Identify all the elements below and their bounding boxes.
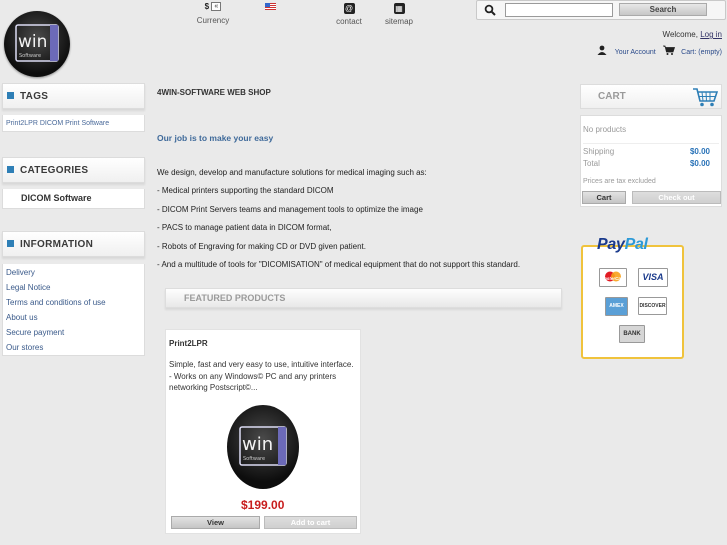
search-icon bbox=[484, 4, 496, 18]
shipping-value: $0.00 bbox=[689, 147, 710, 156]
contact-label: contact bbox=[336, 17, 362, 26]
logo-text: win bbox=[18, 32, 47, 52]
cart-large-icon bbox=[692, 87, 719, 109]
currency-symbol: $ bbox=[204, 2, 210, 11]
view-button[interactable]: View bbox=[171, 516, 260, 529]
categories-block-body: DICOM Software bbox=[2, 189, 145, 209]
account-icon bbox=[597, 45, 607, 57]
product-desc-line: Simple, fast and very easy to use, intui… bbox=[169, 360, 354, 369]
login-link[interactable]: Log in bbox=[700, 30, 722, 39]
product-price: $199.00 bbox=[241, 498, 285, 512]
bullet-line: - And a multitude of tools for "DICOMISA… bbox=[157, 260, 521, 269]
paypal-logo-pay: Pay bbox=[597, 236, 625, 253]
sitemap-icon: ▦ bbox=[393, 3, 405, 14]
cart-button[interactable]: Cart bbox=[582, 191, 626, 204]
total-value: $0.00 bbox=[689, 159, 710, 168]
product-name[interactable]: Print2LPR bbox=[169, 339, 208, 348]
information-title: INFORMATION bbox=[20, 239, 94, 250]
bullet-line: - Robots of Engraving for making CD or D… bbox=[157, 242, 366, 251]
checkout-button[interactable]: Check out bbox=[632, 191, 721, 204]
logo-graphic: win Software bbox=[15, 24, 59, 62]
contact-icon: @ bbox=[343, 3, 355, 14]
cart-title: CART bbox=[598, 91, 626, 102]
cart-divider bbox=[583, 143, 719, 144]
amex-icon: AMEX bbox=[605, 297, 628, 316]
tax-note: Prices are tax excluded bbox=[583, 178, 656, 185]
info-link-secure-payment[interactable]: Secure payment bbox=[3, 325, 144, 340]
info-link-legal-notice[interactable]: Legal Notice bbox=[3, 280, 144, 295]
product-description: Simple, fast and very easy to use, intui… bbox=[169, 359, 359, 394]
information-block-title: INFORMATION bbox=[2, 231, 145, 257]
cart-icon bbox=[662, 45, 675, 57]
product-logo-graphic: win Software bbox=[239, 426, 287, 466]
product-logo-subtext: Software bbox=[243, 456, 265, 462]
bank-transfer-icon: BANK bbox=[619, 325, 645, 343]
categories-bullet-icon bbox=[7, 166, 14, 173]
information-bullet-icon bbox=[7, 240, 14, 247]
category-dicom-software[interactable]: DICOM Software bbox=[21, 193, 92, 203]
mastercard-icon: MasterCard bbox=[599, 268, 627, 287]
product-logo-text: win bbox=[242, 434, 273, 455]
categories-title: CATEGORIES bbox=[20, 165, 89, 176]
contact-link[interactable]: @ contact bbox=[331, 3, 367, 26]
site-logo[interactable]: win Software bbox=[4, 11, 70, 77]
total-label: Total bbox=[583, 159, 600, 168]
welcome-text: Welcome, bbox=[662, 30, 698, 39]
sitemap-label: sitemap bbox=[384, 17, 413, 26]
mastercard-label: MasterCard bbox=[600, 276, 626, 281]
info-link-our-stores[interactable]: Our stores bbox=[3, 340, 144, 355]
tags-block-body: Print2LPR DICOM Print Software bbox=[2, 115, 145, 132]
lead-text: Our job is to make your easy bbox=[157, 133, 274, 143]
info-link-delivery[interactable]: Delivery bbox=[3, 265, 144, 280]
product-desc-line: networking Postscript©... bbox=[169, 383, 258, 392]
categories-block-title: CATEGORIES bbox=[2, 157, 145, 183]
featured-products-title: FEATURED PRODUCTS bbox=[165, 288, 562, 308]
bullet-line: - Medical printers supporting the standa… bbox=[157, 186, 334, 195]
tags-link[interactable]: Print2LPR DICOM Print Software bbox=[6, 120, 109, 127]
sitemap-link[interactable]: ▦ sitemap bbox=[381, 3, 417, 26]
info-link-terms[interactable]: Terms and conditions of use bbox=[3, 295, 144, 310]
tags-bullet-icon bbox=[7, 92, 14, 99]
visa-icon: VISA bbox=[638, 268, 668, 287]
user-info: Welcome, Log in Your Account Cart: (empt… bbox=[597, 30, 722, 57]
search-button[interactable]: Search bbox=[619, 3, 707, 16]
currency-label: Currency bbox=[196, 16, 230, 25]
add-to-cart-button[interactable]: Add to cart bbox=[264, 516, 357, 529]
logo-subtext: Software bbox=[19, 53, 41, 59]
your-account-link[interactable]: Your Account bbox=[615, 49, 656, 56]
currency-selector[interactable]: $ « Currency bbox=[192, 2, 234, 25]
us-flag-icon[interactable] bbox=[265, 3, 276, 10]
cart-empty-text: No products bbox=[583, 125, 627, 134]
tags-title: TAGS bbox=[20, 91, 49, 102]
tags-block-title: TAGS bbox=[2, 83, 145, 109]
paypal-logo-pal: Pal bbox=[624, 236, 648, 253]
bullet-line: - PACS to manage patient data in DICOM f… bbox=[157, 223, 332, 232]
bullet-line: - DICOM Print Servers teams and manageme… bbox=[157, 205, 423, 214]
product-desc-line: - Works on any Windows© PC and any print… bbox=[169, 371, 337, 381]
product-image[interactable]: win Software bbox=[227, 405, 299, 489]
search-input[interactable] bbox=[505, 3, 613, 17]
cart-summary-link[interactable]: Cart: (empty) bbox=[681, 49, 722, 56]
shipping-label: Shipping bbox=[583, 147, 615, 156]
discover-icon: DISCOVER bbox=[638, 297, 667, 315]
information-block-body: Delivery Legal Notice Terms and conditio… bbox=[2, 264, 145, 356]
shop-title: 4WIN-SOFTWARE WEB SHOP bbox=[157, 88, 271, 97]
info-link-about-us[interactable]: About us bbox=[3, 310, 144, 325]
intro-text: We design, develop and manufacture solut… bbox=[157, 168, 427, 177]
currency-toggle[interactable]: « bbox=[211, 2, 222, 12]
paypal-logo: PayPal bbox=[597, 236, 648, 254]
